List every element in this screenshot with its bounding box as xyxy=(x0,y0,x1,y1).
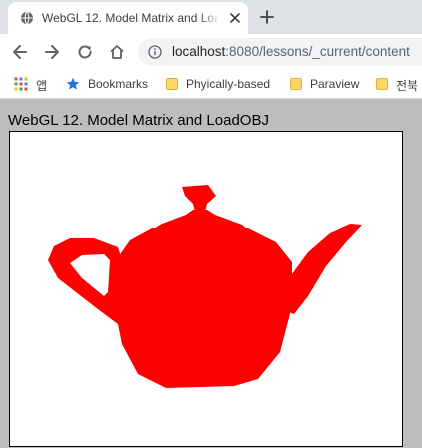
bookmark-bookmarks[interactable]: Bookmarks xyxy=(66,76,156,92)
url-host: localhost xyxy=(172,44,226,59)
url-text: localhost:8080/lessons/_current/content xyxy=(172,44,410,59)
folder-icon xyxy=(376,78,388,90)
home-icon[interactable] xyxy=(107,42,127,62)
star-icon xyxy=(66,77,80,90)
bookmark-label: 앱 xyxy=(36,79,48,93)
teapot-lid xyxy=(152,210,248,230)
address-bar[interactable]: localhost:8080/lessons/_current/content xyxy=(138,38,422,66)
teapot-handle xyxy=(48,238,124,324)
bookmark-apps[interactable]: 앱 xyxy=(14,76,54,93)
browser-window: WebGL 12. Model Matrix and LoadOBJ xyxy=(0,0,422,448)
tab-title-fade xyxy=(198,6,222,30)
teapot-body xyxy=(114,228,292,388)
arrow-right-icon[interactable] xyxy=(42,42,62,62)
page-content: WebGL 12. Model Matrix and LoadOBJ xyxy=(0,99,422,448)
toolbar: localhost:8080/lessons/_current/content xyxy=(0,34,422,70)
arrow-left-icon[interactable] xyxy=(10,42,30,62)
apps-grid-icon xyxy=(14,77,28,91)
teapot-spout xyxy=(284,224,362,314)
tab-title: WebGL 12. Model Matrix and LoadOBJ xyxy=(42,11,218,25)
folder-icon xyxy=(290,78,302,90)
teapot-render xyxy=(48,185,362,388)
bookmark-label: Bookmarks xyxy=(88,77,149,91)
bookmark-folder-jeonbuk[interactable]: 전북 xyxy=(376,76,422,92)
bookmark-folder-phyically-based[interactable]: Phyically-based xyxy=(166,76,278,92)
bookmark-folder-paraview[interactable]: Paraview xyxy=(290,76,366,92)
info-icon[interactable] xyxy=(148,45,162,59)
tab-strip: WebGL 12. Model Matrix and LoadOBJ xyxy=(0,0,422,34)
bookmark-label: 전북 xyxy=(396,79,419,92)
bookmark-label: Phyically-based xyxy=(186,77,271,91)
globe-icon xyxy=(21,11,33,25)
webgl-canvas[interactable] xyxy=(9,131,403,447)
close-icon[interactable] xyxy=(227,10,243,26)
browser-tab[interactable]: WebGL 12. Model Matrix and LoadOBJ xyxy=(8,2,248,34)
reload-icon[interactable] xyxy=(75,42,95,62)
folder-icon xyxy=(166,78,178,90)
teapot-knob xyxy=(182,185,216,212)
page-heading: WebGL 12. Model Matrix and LoadOBJ xyxy=(8,112,269,129)
bookmark-label: Paraview xyxy=(310,77,360,91)
plus-icon[interactable] xyxy=(257,7,277,27)
bookmarks-bar: 앱 Bookmarks Phyically-based Paraview 전북 xyxy=(0,70,422,99)
url-path: :8080/lessons/_current/content xyxy=(225,44,410,59)
